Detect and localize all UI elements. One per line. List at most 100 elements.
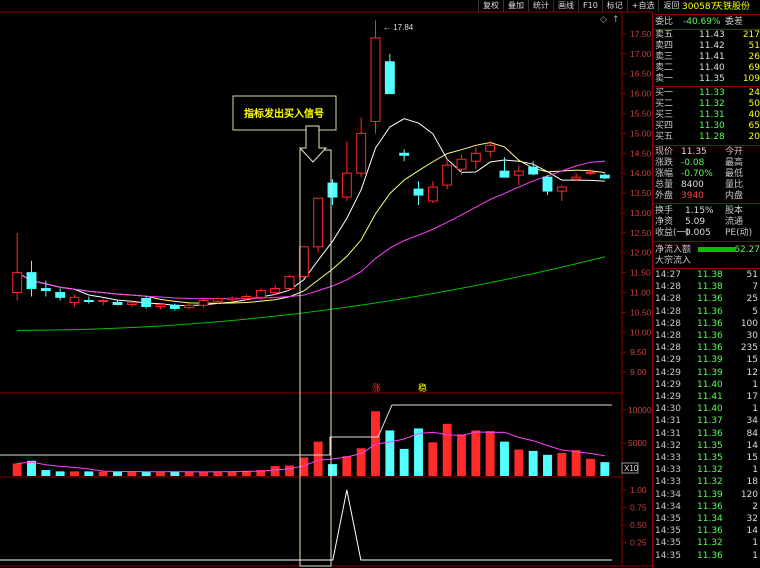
toolbar-button[interactable]: 叠加 — [503, 0, 528, 12]
candle-body — [413, 188, 424, 196]
tick-price: 11.36 — [697, 428, 723, 439]
bid-volume: 40 — [748, 110, 760, 120]
tick-volume: 84 — [746, 428, 758, 439]
vol-axis-label: 10000 — [628, 405, 652, 415]
volume-bar — [485, 431, 495, 476]
tick-row: 14:35 11.36 14 — [655, 526, 760, 537]
tick-volume: 100 — [740, 318, 758, 329]
candle-body — [470, 152, 481, 162]
bid-price: 11.32 — [699, 99, 725, 109]
candle-body — [69, 296, 80, 303]
tick-time: 14:32 — [655, 440, 681, 451]
quote-value: 8400 — [681, 180, 704, 190]
ask-row: 卖二 11.40 69 — [655, 63, 760, 74]
tick-volume: 14 — [746, 440, 758, 451]
tick-price: 11.40 — [697, 404, 723, 415]
candle-body — [26, 272, 37, 290]
tick-volume: 18 — [746, 477, 758, 488]
tick-price: 11.41 — [697, 392, 723, 402]
tick-price: 11.32 — [697, 477, 723, 488]
tick-price: 11.35 — [697, 453, 723, 463]
kline-chart[interactable]: 17.50 17.00 16.50 16.00 15.50 15.00 14.50 14.00… — [0, 0, 760, 568]
tick-time: 14:34 — [655, 489, 681, 500]
tick-price: 11.37 — [697, 416, 723, 427]
bid-row: 买四 11.30 65 — [655, 121, 760, 132]
tick-time: 14:28 — [655, 343, 681, 354]
candle-body — [284, 276, 295, 290]
ask-volume: 51 — [748, 41, 760, 51]
toolbar-button[interactable]: 标记 — [601, 0, 627, 12]
volume-bar — [199, 472, 208, 476]
volume-bar — [356, 448, 366, 476]
ask-label: 卖一 — [655, 74, 674, 84]
quote-value: -0.08 — [681, 158, 705, 168]
tick-volume: 1 — [752, 404, 758, 415]
volume-bar — [414, 428, 423, 476]
ask-price: 11.41 — [699, 52, 725, 62]
tick-price: 11.36 — [697, 343, 723, 354]
candle-body — [298, 246, 309, 278]
volume-bar — [313, 441, 323, 476]
candle-body — [98, 299, 109, 302]
price-axis-label: 17.50 — [630, 29, 652, 39]
tick-volume: 1 — [752, 465, 758, 476]
candle-body — [227, 297, 238, 301]
ask-volume: 26 — [748, 52, 760, 62]
toolbar-button[interactable]: 画线 — [553, 0, 578, 12]
candle-body — [370, 37, 381, 122]
tick-time: 14:28 — [655, 294, 681, 305]
tick-price: 11.36 — [697, 306, 723, 317]
tick-volume: 1 — [752, 379, 758, 390]
bid-price: 11.28 — [699, 132, 725, 142]
volume-bar — [285, 465, 294, 476]
ask-volume: 69 — [748, 63, 760, 73]
tick-time: 14:29 — [655, 367, 681, 378]
candle-body — [83, 299, 94, 302]
fund-label: 收益(一) — [655, 228, 690, 238]
x10-label: X10 — [624, 464, 639, 473]
toolbar-button[interactable]: 复权 — [478, 0, 503, 12]
candle-body — [313, 197, 324, 248]
weibi-value: -40.69% — [683, 17, 721, 27]
separator — [653, 145, 760, 146]
volume-bar — [428, 442, 438, 476]
fund-label-2: 股本 — [725, 206, 744, 216]
tick-volume: 1 — [752, 538, 758, 549]
ask-volume: 109 — [742, 74, 760, 84]
ask-price: 11.40 — [699, 63, 725, 73]
ask-label: 卖二 — [655, 63, 674, 73]
price-axis-label: 10.50 — [630, 307, 652, 317]
ma20-line — [16, 160, 605, 300]
tick-row: 14:28 11.38 7 — [655, 282, 760, 293]
volume-bar — [156, 472, 165, 476]
ask-row: 卖五 11.43 217 — [655, 30, 760, 41]
candle-body — [112, 301, 123, 305]
bid-volume: 24 — [748, 88, 760, 98]
volume-bar — [514, 449, 524, 476]
separator — [653, 241, 760, 242]
tick-volume: 15 — [746, 355, 758, 366]
bid-label: 买二 — [655, 99, 674, 109]
ind-axis-label: 0.50 — [630, 520, 647, 530]
separator — [653, 268, 760, 269]
candle-body — [485, 144, 496, 152]
tick-price: 11.36 — [697, 550, 723, 561]
candle-body — [327, 182, 338, 198]
toolbar-button[interactable]: 统计 — [528, 0, 553, 12]
fund-label: 净资 — [655, 217, 674, 227]
tick-row: 14:29 11.39 12 — [655, 368, 760, 379]
zhang-label: 涨 — [372, 383, 381, 394]
tick-row: 14:30 11.40 1 — [655, 404, 760, 415]
tick-time: 14:29 — [655, 379, 681, 390]
high-price-label: ← 17.84 — [383, 23, 414, 32]
price-axis-label: 10.00 — [630, 327, 652, 337]
price-axis-label: 11.00 — [630, 288, 651, 298]
volume-bar — [557, 452, 567, 476]
toolbar-button[interactable]: F10 — [578, 0, 602, 12]
volume-bar — [586, 458, 595, 476]
price-axis-label: 11.50 — [630, 268, 651, 278]
quote-row: 涨幅 -0.70% 最低 — [655, 169, 760, 180]
tick-time: 14:27 — [655, 270, 681, 280]
tick-time: 14:28 — [655, 318, 681, 329]
block-inflow-label: 大宗流入 — [655, 256, 692, 266]
